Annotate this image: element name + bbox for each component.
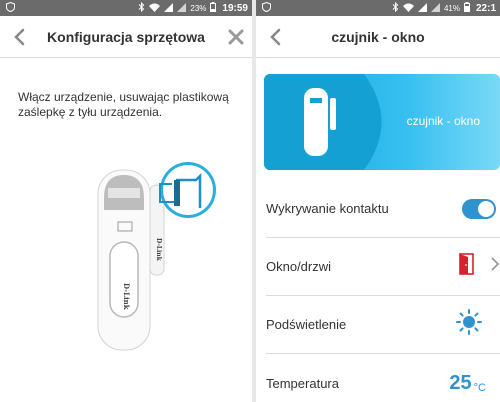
wifi-icon xyxy=(149,3,161,14)
shield-icon xyxy=(262,1,271,14)
contact-detection-row: Wykrywanie kontaktu xyxy=(266,180,500,238)
window-door-label: Okno/drzwi xyxy=(266,259,332,274)
bluetooth-icon xyxy=(392,1,399,14)
toggle-knob xyxy=(478,200,494,217)
magnet-logo: D-Link xyxy=(155,238,162,262)
temperature-row: Temperatura 25 °C xyxy=(266,354,500,402)
sensor-details-screen: 41% 22:1 czujnik - okno czujnik - okno W… xyxy=(256,0,500,402)
chevron-right-icon[interactable] xyxy=(490,257,500,276)
page-title: Konfiguracja sprzętowa xyxy=(47,28,205,45)
signal-icon xyxy=(164,2,174,14)
temperature-label: Temperatura xyxy=(266,375,339,391)
close-icon[interactable] xyxy=(226,27,246,47)
door-icon xyxy=(458,253,476,280)
signal-icon-2 xyxy=(177,2,187,14)
temperature-value: 25 xyxy=(449,371,472,394)
signal-icon xyxy=(417,2,427,14)
contact-detection-toggle[interactable] xyxy=(462,198,496,219)
status-bar: 41% 22:1 xyxy=(256,0,500,16)
battery-icon xyxy=(463,2,470,14)
device-logo: D-Link xyxy=(122,283,131,310)
temperature-unit: °C xyxy=(473,382,486,394)
clock: 22:1 xyxy=(475,2,496,14)
app-bar: Konfiguracja sprzętowa xyxy=(0,16,252,58)
contact-detection-label: Wykrywanie kontaktu xyxy=(266,201,389,216)
shield-icon xyxy=(6,1,15,14)
backlight-label: Podświetlenie xyxy=(266,317,347,332)
sensor-device-illustration: D-Link D-Link xyxy=(0,150,252,402)
battery-percentage: 41% xyxy=(443,3,460,13)
page-title: czujnik - okno xyxy=(331,28,425,45)
battery-icon xyxy=(210,2,217,14)
status-bar: 23% 19:59 xyxy=(0,0,252,16)
sensor-name: czujnik - okno xyxy=(406,114,480,128)
wifi-icon xyxy=(402,3,414,14)
battery-percentage: 23% xyxy=(190,3,207,13)
sensor-hero-card: czujnik - okno xyxy=(264,74,500,170)
window-door-row[interactable]: Okno/drzwi xyxy=(266,238,500,296)
app-bar: czujnik - okno xyxy=(256,16,500,58)
bluetooth-icon xyxy=(138,1,145,14)
backlight-row[interactable]: Podświetlenie xyxy=(266,296,500,354)
signal-icon-2 xyxy=(430,2,440,14)
hardware-config-screen: 23% 19:59 Konfiguracja sprzętowa Włącz u… xyxy=(0,0,252,402)
setup-instruction: Włącz urządzenie, usuwając plastikową za… xyxy=(18,90,229,119)
sun-icon xyxy=(456,309,482,340)
clock: 19:59 xyxy=(222,2,248,14)
